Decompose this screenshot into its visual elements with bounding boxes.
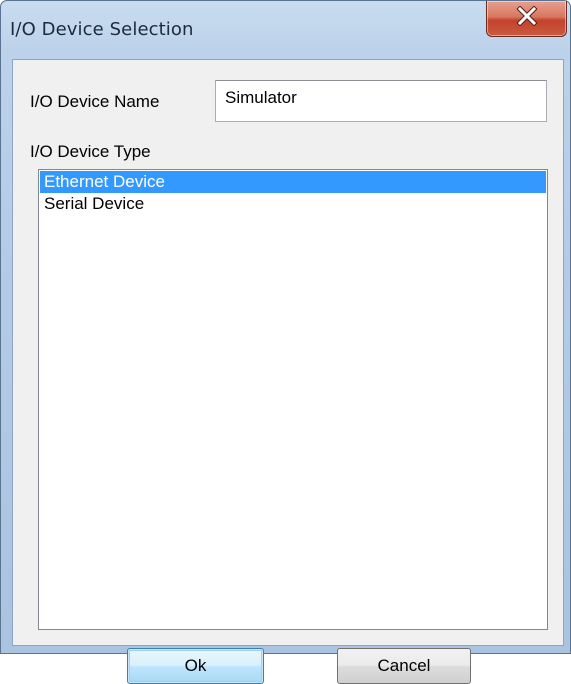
- title-bar[interactable]: I/O Device Selection: [1, 1, 570, 59]
- window-title: I/O Device Selection: [10, 19, 194, 40]
- device-name-input[interactable]: Simulator: [215, 80, 547, 122]
- device-type-list[interactable]: Ethernet Device Serial Device: [38, 169, 548, 630]
- dialog-window: I/O Device Selection I/O Device Name Sim…: [0, 0, 571, 684]
- close-button[interactable]: [486, 1, 567, 37]
- ok-button[interactable]: Ok: [127, 648, 264, 684]
- list-item-serial-device[interactable]: Serial Device: [40, 193, 546, 215]
- cancel-button[interactable]: Cancel: [337, 648, 471, 684]
- device-type-label: I/O Device Type: [30, 142, 151, 161]
- device-name-label: I/O Device Name: [30, 92, 160, 111]
- dialog-client-area: I/O Device Name Simulator I/O Device Typ…: [12, 59, 564, 684]
- list-item-ethernet-device[interactable]: Ethernet Device: [40, 171, 546, 193]
- close-x-icon: [515, 5, 538, 31]
